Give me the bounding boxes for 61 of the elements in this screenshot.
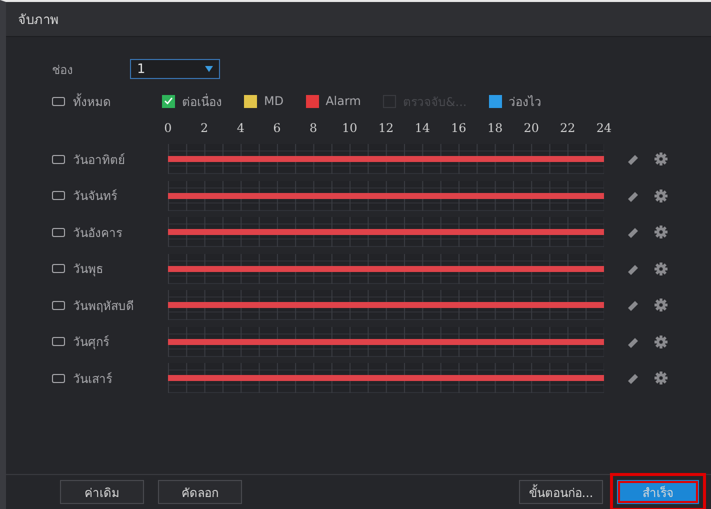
footer-button[interactable]: ค่าเดิม <box>60 480 144 504</box>
hour-tick: 14 <box>414 121 430 135</box>
settings-icon[interactable] <box>654 262 668 276</box>
checkbox[interactable] <box>52 300 65 310</box>
settings-icon[interactable] <box>654 152 668 166</box>
schedule-track[interactable] <box>168 290 604 320</box>
legend-label: MD <box>264 94 284 108</box>
day-label: วันพุธ <box>73 261 103 278</box>
schedule-track[interactable] <box>168 144 604 174</box>
channel-select[interactable]: 1 <box>130 59 220 79</box>
checkbox[interactable] <box>52 337 65 346</box>
hour-tick: 8 <box>310 121 318 135</box>
legend-swatch[interactable] <box>488 94 502 108</box>
day-label: วันศุกร์ <box>73 334 109 352</box>
day-label: วันอาทิตย์ <box>73 152 125 169</box>
checkbox[interactable] <box>52 191 65 200</box>
legend-label: ต่อเนื่อง <box>182 92 222 110</box>
legend-label: ว่องไว <box>508 94 542 110</box>
hour-tick: 6 <box>273 121 281 135</box>
day-label: วันจันทร์ <box>73 188 117 206</box>
settings-icon[interactable] <box>654 225 668 240</box>
legend-swatch[interactable] <box>306 94 319 108</box>
checkbox[interactable] <box>52 154 65 164</box>
hour-tick: 0 <box>164 121 172 135</box>
schedule-track[interactable] <box>168 326 604 357</box>
hour-tick: 16 <box>451 121 466 135</box>
schedule-track[interactable] <box>168 254 604 284</box>
settings-icon[interactable] <box>654 298 668 312</box>
hour-tick: 12 <box>378 121 394 135</box>
day-label: วันเสาร์ <box>73 370 112 388</box>
back-button[interactable]: ขั้นตอนก่อ... <box>519 480 603 504</box>
settings-icon[interactable] <box>654 334 668 349</box>
eraser-icon[interactable] <box>626 371 640 386</box>
schedule-track[interactable] <box>168 363 604 394</box>
settings-icon[interactable] <box>654 188 668 203</box>
checkbox[interactable] <box>52 264 65 274</box>
hour-tick: 2 <box>200 121 208 135</box>
hour-tick: 20 <box>524 121 539 135</box>
settings-icon[interactable] <box>654 371 668 386</box>
schedule-track[interactable] <box>168 217 604 248</box>
hour-tick: 4 <box>236 121 244 135</box>
eraser-icon[interactable] <box>626 298 640 312</box>
checkbox[interactable] <box>52 228 65 237</box>
footer-button[interactable]: คัดลอก <box>158 480 242 504</box>
eraser-icon[interactable] <box>626 152 640 166</box>
legend-swatch[interactable] <box>162 94 175 108</box>
legend-label: Alarm <box>326 94 361 108</box>
day-label: วันพฤหัสบดี <box>73 298 134 315</box>
eraser-icon[interactable] <box>626 225 640 240</box>
hour-tick: 24 <box>596 121 612 135</box>
window-title: จับภาพ <box>18 12 59 30</box>
day-label: วันอังคาร <box>73 224 122 242</box>
channel-label: ช่อง <box>52 62 74 78</box>
schedule-track[interactable] <box>168 180 604 211</box>
caret-icon <box>205 66 213 72</box>
checkbox[interactable] <box>52 374 65 383</box>
select-all-label: ทั้งหมด <box>73 92 111 110</box>
checkbox[interactable] <box>52 96 65 106</box>
hour-tick: 18 <box>487 121 503 135</box>
hour-tick: 10 <box>342 121 358 135</box>
hour-tick: 22 <box>560 121 576 135</box>
